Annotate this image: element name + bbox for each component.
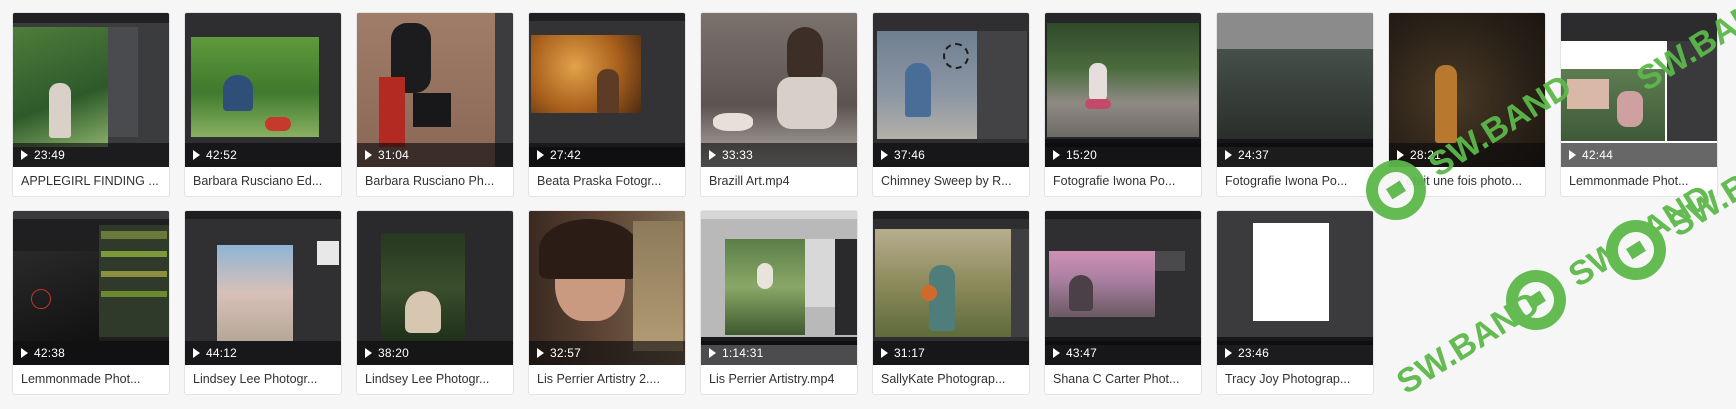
video-thumbnail[interactable]: 44:12 [185, 211, 341, 365]
video-filename: Lis Perrier Artistry 2.... [537, 372, 660, 386]
video-tile[interactable]: 31:17 SallyKate Photograp... [872, 210, 1030, 395]
video-tile[interactable]: 42:52 Barbara Rusciano Ed... [184, 12, 342, 197]
video-filename: Barbara Rusciano Ed... [193, 174, 323, 188]
duration-badge: 38:20 [357, 341, 513, 365]
duration-badge: 24:37 [1217, 143, 1373, 167]
video-tile[interactable]: 42:44 Lemmonmade Phot... [1560, 12, 1718, 197]
video-tile[interactable]: 23:46 Tracy Joy Photograp... [1216, 210, 1374, 395]
video-tile[interactable]: 44:12 Lindsey Lee Photogr... [184, 210, 342, 395]
video-thumbnail[interactable]: 33:33 [701, 13, 857, 167]
video-filename: Lindsey Lee Photogr... [193, 372, 318, 386]
play-icon [537, 150, 544, 160]
video-thumbnail[interactable]: 24:37 [1217, 13, 1373, 167]
video-tile[interactable]: 23:49 APPLEGIRL FINDING ... [12, 12, 170, 197]
video-filename: Lis Perrier Artistry.mp4 [709, 372, 835, 386]
play-icon [21, 150, 28, 160]
video-filename: Lemmonmade Phot... [1569, 174, 1689, 188]
video-grid: 23:49 APPLEGIRL FINDING ... 42:52 Barbar… [12, 12, 1718, 395]
video-thumbnail[interactable]: 42:38 [13, 211, 169, 365]
duration-badge: 23:49 [13, 143, 169, 167]
play-icon [1053, 348, 1060, 358]
video-thumbnail[interactable]: 43:47 [1045, 211, 1201, 365]
duration-badge: 31:04 [357, 143, 513, 167]
play-icon [1569, 150, 1576, 160]
play-icon [1225, 150, 1232, 160]
duration-badge: 44:12 [185, 341, 341, 365]
video-filename: Barbara Rusciano Ph... [365, 174, 495, 188]
duration-badge: 33:33 [701, 143, 857, 167]
video-thumbnail[interactable]: 15:20 [1045, 13, 1201, 167]
duration-badge: 32:57 [529, 341, 685, 365]
duration-badge: 23:46 [1217, 341, 1373, 365]
video-tile[interactable]: 1:14:31 Lis Perrier Artistry.mp4 [700, 210, 858, 395]
video-tile[interactable]: 37:46 Chimney Sweep by R... [872, 12, 1030, 197]
video-thumbnail[interactable]: 23:46 [1217, 211, 1373, 365]
video-filename: SallyKate Photograp... [881, 372, 1006, 386]
video-tile[interactable]: 33:33 Brazill Art.mp4 [700, 12, 858, 197]
video-thumbnail[interactable]: 31:17 [873, 211, 1029, 365]
video-thumbnail[interactable]: 37:46 [873, 13, 1029, 167]
video-filename: Chimney Sweep by R... [881, 174, 1012, 188]
video-thumbnail[interactable]: 23:49 [13, 13, 169, 167]
video-filename: Beata Praska Fotogr... [537, 174, 662, 188]
duration-badge: 43:47 [1045, 341, 1201, 365]
video-tile[interactable]: 42:38 Lemmonmade Phot... [12, 210, 170, 395]
video-tile[interactable]: 38:20 Lindsey Lee Photogr... [356, 210, 514, 395]
play-icon [365, 348, 372, 358]
play-icon [1397, 150, 1404, 160]
video-filename: Brazill Art.mp4 [709, 174, 790, 188]
play-icon [193, 150, 200, 160]
video-filename: il etait une fois photo... [1397, 174, 1523, 188]
video-thumbnail[interactable]: 31:04 [357, 13, 513, 167]
video-filename: Shana C Carter Phot... [1053, 372, 1180, 386]
video-tile[interactable]: 28:21 il etait une fois photo... [1388, 12, 1546, 197]
duration-badge: 37:46 [873, 143, 1029, 167]
video-thumbnail[interactable]: 27:42 [529, 13, 685, 167]
duration-badge: 27:42 [529, 143, 685, 167]
play-icon [537, 348, 544, 358]
video-tile[interactable]: 24:37 Fotografie Iwona Po... [1216, 12, 1374, 197]
play-icon [193, 348, 200, 358]
video-thumbnail[interactable]: 42:44 [1561, 13, 1717, 167]
play-icon [881, 150, 888, 160]
video-filename: Lemmonmade Phot... [21, 372, 141, 386]
play-icon [365, 150, 372, 160]
play-icon [1225, 348, 1232, 358]
video-filename: Lindsey Lee Photogr... [365, 372, 490, 386]
video-thumbnail[interactable]: 38:20 [357, 211, 513, 365]
duration-badge: 42:52 [185, 143, 341, 167]
video-thumbnail[interactable]: 28:21 [1389, 13, 1545, 167]
play-icon [709, 150, 716, 160]
play-icon [709, 348, 716, 358]
video-filename: Fotografie Iwona Po... [1053, 174, 1176, 188]
video-thumbnail[interactable]: 32:57 [529, 211, 685, 365]
duration-badge: 31:17 [873, 341, 1029, 365]
duration-badge: 28:21 [1389, 143, 1545, 167]
duration-badge: 1:14:31 [701, 341, 857, 365]
duration-badge: 42:38 [13, 341, 169, 365]
play-icon [1053, 150, 1060, 160]
duration-badge: 42:44 [1561, 143, 1717, 167]
video-tile[interactable]: 15:20 Fotografie Iwona Po... [1044, 12, 1202, 197]
video-filename: APPLEGIRL FINDING ... [21, 174, 159, 188]
play-icon [21, 348, 28, 358]
video-tile[interactable]: 27:42 Beata Praska Fotogr... [528, 12, 686, 197]
video-tile[interactable]: 31:04 Barbara Rusciano Ph... [356, 12, 514, 197]
play-icon [881, 348, 888, 358]
video-thumbnail[interactable]: 1:14:31 [701, 211, 857, 365]
video-thumbnail[interactable]: 42:52 [185, 13, 341, 167]
duration-badge: 15:20 [1045, 143, 1201, 167]
video-filename: Tracy Joy Photograp... [1225, 372, 1351, 386]
video-filename: Fotografie Iwona Po... [1225, 174, 1348, 188]
video-tile[interactable]: 43:47 Shana C Carter Phot... [1044, 210, 1202, 395]
video-tile[interactable]: 32:57 Lis Perrier Artistry 2.... [528, 210, 686, 395]
